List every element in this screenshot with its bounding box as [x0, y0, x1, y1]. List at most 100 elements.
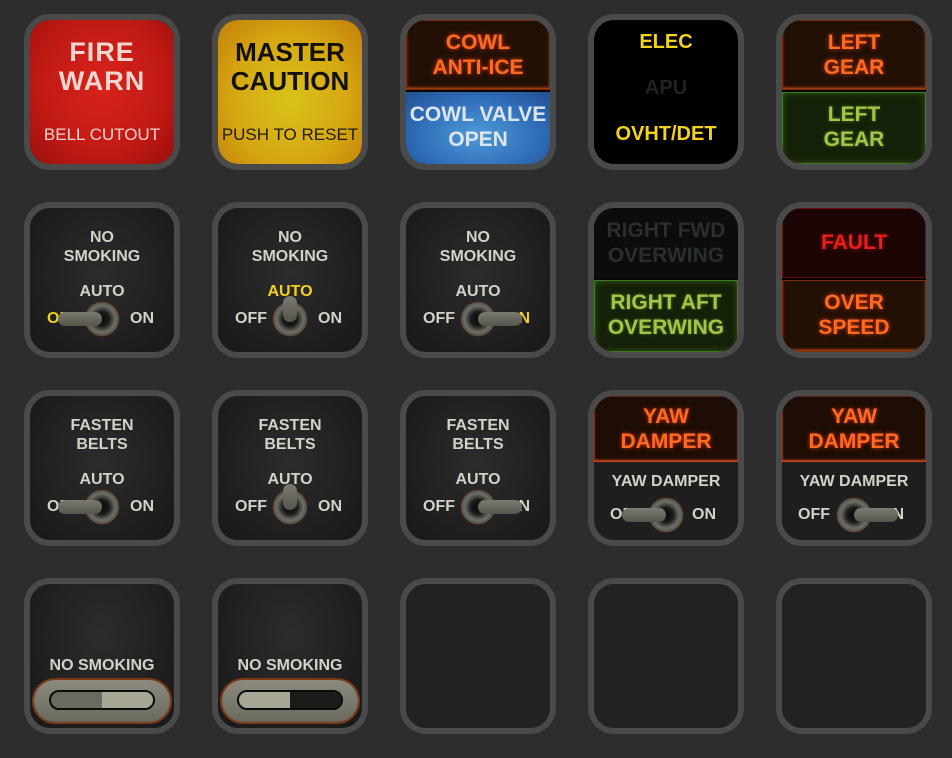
switch-title: FASTEN BELTS — [70, 417, 134, 453]
on-label: ON — [318, 498, 342, 515]
key-face: COWL ANTI-ICE COWL VALVE OPEN — [406, 20, 550, 164]
key-face: FASTEN BELTSAUTOOFFON — [218, 396, 362, 540]
no-smoking-switch-button[interactable]: NO SMOKINGAUTOOFFON — [400, 202, 556, 358]
fasten-belts-switch-button[interactable]: FASTEN BELTSAUTOOFFON — [400, 390, 556, 546]
yaw-damper-switch-panel: YAW DAMPEROFFON — [782, 464, 926, 540]
upper-annunciator: LEFT GEAR — [782, 20, 926, 90]
slider-title: NO SMOKING — [237, 657, 343, 674]
upper-annunciator-label: FAULT — [820, 231, 888, 254]
key-face — [406, 584, 550, 728]
fault-overspeed-button[interactable]: FAULT OVER SPEED — [776, 202, 932, 358]
slider-track-bezel — [222, 680, 358, 722]
elec-apu-ovht-button[interactable]: ELEC APU OVHT/DET — [588, 14, 744, 170]
on-label: ON — [692, 506, 716, 523]
key-face: FIRE WARN BELL CUTOUT — [30, 20, 174, 164]
auto-label: AUTO — [455, 471, 501, 488]
key-face: FAULT OVER SPEED — [782, 208, 926, 352]
slider-track-bezel — [34, 680, 170, 722]
switch-title: FASTEN BELTS — [258, 417, 322, 453]
fire-warn-button[interactable]: FIRE WARN BELL CUTOUT — [24, 14, 180, 170]
lower-annunciator: COWL VALVE OPEN — [406, 92, 550, 164]
annunciator-main-label: FIRE WARN — [58, 37, 146, 96]
on-label: ON — [318, 310, 342, 327]
key-face — [782, 584, 926, 728]
fasten-belts-switch-button[interactable]: FASTEN BELTSAUTOOFFON — [24, 390, 180, 546]
upper-annunciator-label: COWL ANTI-ICE — [432, 31, 524, 79]
upper-annunciator-label: LEFT GEAR — [823, 31, 885, 79]
switch-title: FASTEN BELTS — [446, 417, 510, 453]
slider-title: NO SMOKING — [49, 657, 155, 674]
lower-annunciator-label: LEFT GEAR — [823, 103, 885, 151]
off-label: OFF — [235, 310, 267, 327]
annunciator-sub-label: BELL CUTOUT — [43, 125, 161, 144]
annunciator-line-ovhtdet: OVHT/DET — [615, 123, 717, 145]
toggle-lever[interactable] — [854, 508, 898, 522]
auto-label: AUTO — [79, 283, 125, 300]
key-face: ELEC APU OVHT/DET — [594, 20, 738, 164]
upper-annunciator-label: RIGHT FWD OVERWING — [606, 219, 726, 267]
key-face — [594, 584, 738, 728]
no-smoking-slider-button[interactable]: NO SMOKING — [212, 578, 368, 734]
off-label: OFF — [423, 498, 455, 515]
switch-title: NO SMOKING — [63, 229, 141, 265]
key-face: FASTEN BELTSAUTOOFFON — [30, 396, 174, 540]
on-label: ON — [130, 310, 154, 327]
slider-track[interactable] — [237, 690, 343, 710]
yaw-damper-switch-button[interactable]: YAW DAMPERYAW DAMPEROFFON — [588, 390, 744, 546]
toggle-lever[interactable] — [283, 296, 297, 322]
no-smoking-slider-button[interactable]: NO SMOKING — [24, 578, 180, 734]
empty-key-button[interactable] — [776, 578, 932, 734]
slider-empty — [290, 692, 341, 708]
key-face: MASTER CAUTION PUSH TO RESET — [218, 20, 362, 164]
key-face: NO SMOKINGAUTOOFFON — [30, 208, 174, 352]
lower-annunciator-label: RIGHT AFT OVERWING — [607, 291, 725, 339]
empty-key-button[interactable] — [400, 578, 556, 734]
key-face: NO SMOKING — [218, 584, 362, 728]
master-caution-button[interactable]: MASTER CAUTION PUSH TO RESET — [212, 14, 368, 170]
key-face: LEFT GEAR LEFT GEAR — [782, 20, 926, 164]
toggle-lever[interactable] — [478, 500, 522, 514]
slider-thumb[interactable] — [102, 692, 153, 708]
toggle-lever[interactable] — [58, 500, 102, 514]
toggle-lever[interactable] — [58, 312, 102, 326]
auto-label: AUTO — [79, 471, 125, 488]
empty-key-button[interactable] — [588, 578, 744, 734]
key-face: NO SMOKINGAUTOOFFON — [406, 208, 550, 352]
no-smoking-switch-button[interactable]: NO SMOKINGAUTOOFFON — [24, 202, 180, 358]
toggle-lever[interactable] — [478, 312, 522, 326]
annunciator-line-elec: ELEC — [639, 31, 693, 53]
slider-thumb[interactable] — [239, 692, 290, 708]
upper-annunciator: FAULT — [782, 208, 926, 278]
off-label: OFF — [798, 506, 830, 523]
upper-annunciator: RIGHT FWD OVERWING — [594, 208, 738, 278]
switch-title: YAW DAMPER — [611, 473, 721, 490]
annunciator-line-apu: APU — [644, 77, 688, 99]
yaw-damper-switch-panel: YAW DAMPEROFFON — [594, 464, 738, 540]
key-face: NO SMOKING — [30, 584, 174, 728]
right-overwing-button[interactable]: RIGHT FWD OVERWING RIGHT AFT OVERWING — [588, 202, 744, 358]
toggle-lever[interactable] — [283, 484, 297, 510]
yaw-damper-annunciator-label: YAW DAMPER — [620, 405, 712, 453]
annunciator-sub-label: PUSH TO RESET — [221, 125, 359, 144]
lower-annunciator: RIGHT AFT OVERWING — [594, 280, 738, 352]
annunciator-main-label: MASTER CAUTION — [230, 37, 350, 96]
yaw-damper-annunciator: YAW DAMPER — [594, 396, 738, 462]
switch-title: NO SMOKING — [251, 229, 329, 265]
key-face: YAW DAMPERYAW DAMPEROFFON — [594, 396, 738, 540]
key-face: FASTEN BELTSAUTOOFFON — [406, 396, 550, 540]
key-face: RIGHT FWD OVERWING RIGHT AFT OVERWING — [594, 208, 738, 352]
toggle-lever[interactable] — [622, 508, 666, 522]
lower-annunciator: OVER SPEED — [782, 280, 926, 352]
cowl-anti-ice-button[interactable]: COWL ANTI-ICE COWL VALVE OPEN — [400, 14, 556, 170]
on-label: ON — [130, 498, 154, 515]
fasten-belts-switch-button[interactable]: FASTEN BELTSAUTOOFFON — [212, 390, 368, 546]
yaw-damper-switch-button[interactable]: YAW DAMPER YAW DAMPEROFFON — [776, 390, 932, 546]
left-gear-button[interactable]: LEFT GEAR LEFT GEAR — [776, 14, 932, 170]
lower-annunciator: LEFT GEAR — [782, 92, 926, 164]
slider-track[interactable] — [49, 690, 155, 710]
off-label: OFF — [235, 498, 267, 515]
lower-annunciator-label: COWL VALVE OPEN — [409, 103, 547, 151]
no-smoking-switch-button[interactable]: NO SMOKINGAUTOOFFON — [212, 202, 368, 358]
yaw-damper-annunciator-label: YAW DAMPER — [808, 405, 900, 453]
key-face: NO SMOKINGAUTOOFFON — [218, 208, 362, 352]
